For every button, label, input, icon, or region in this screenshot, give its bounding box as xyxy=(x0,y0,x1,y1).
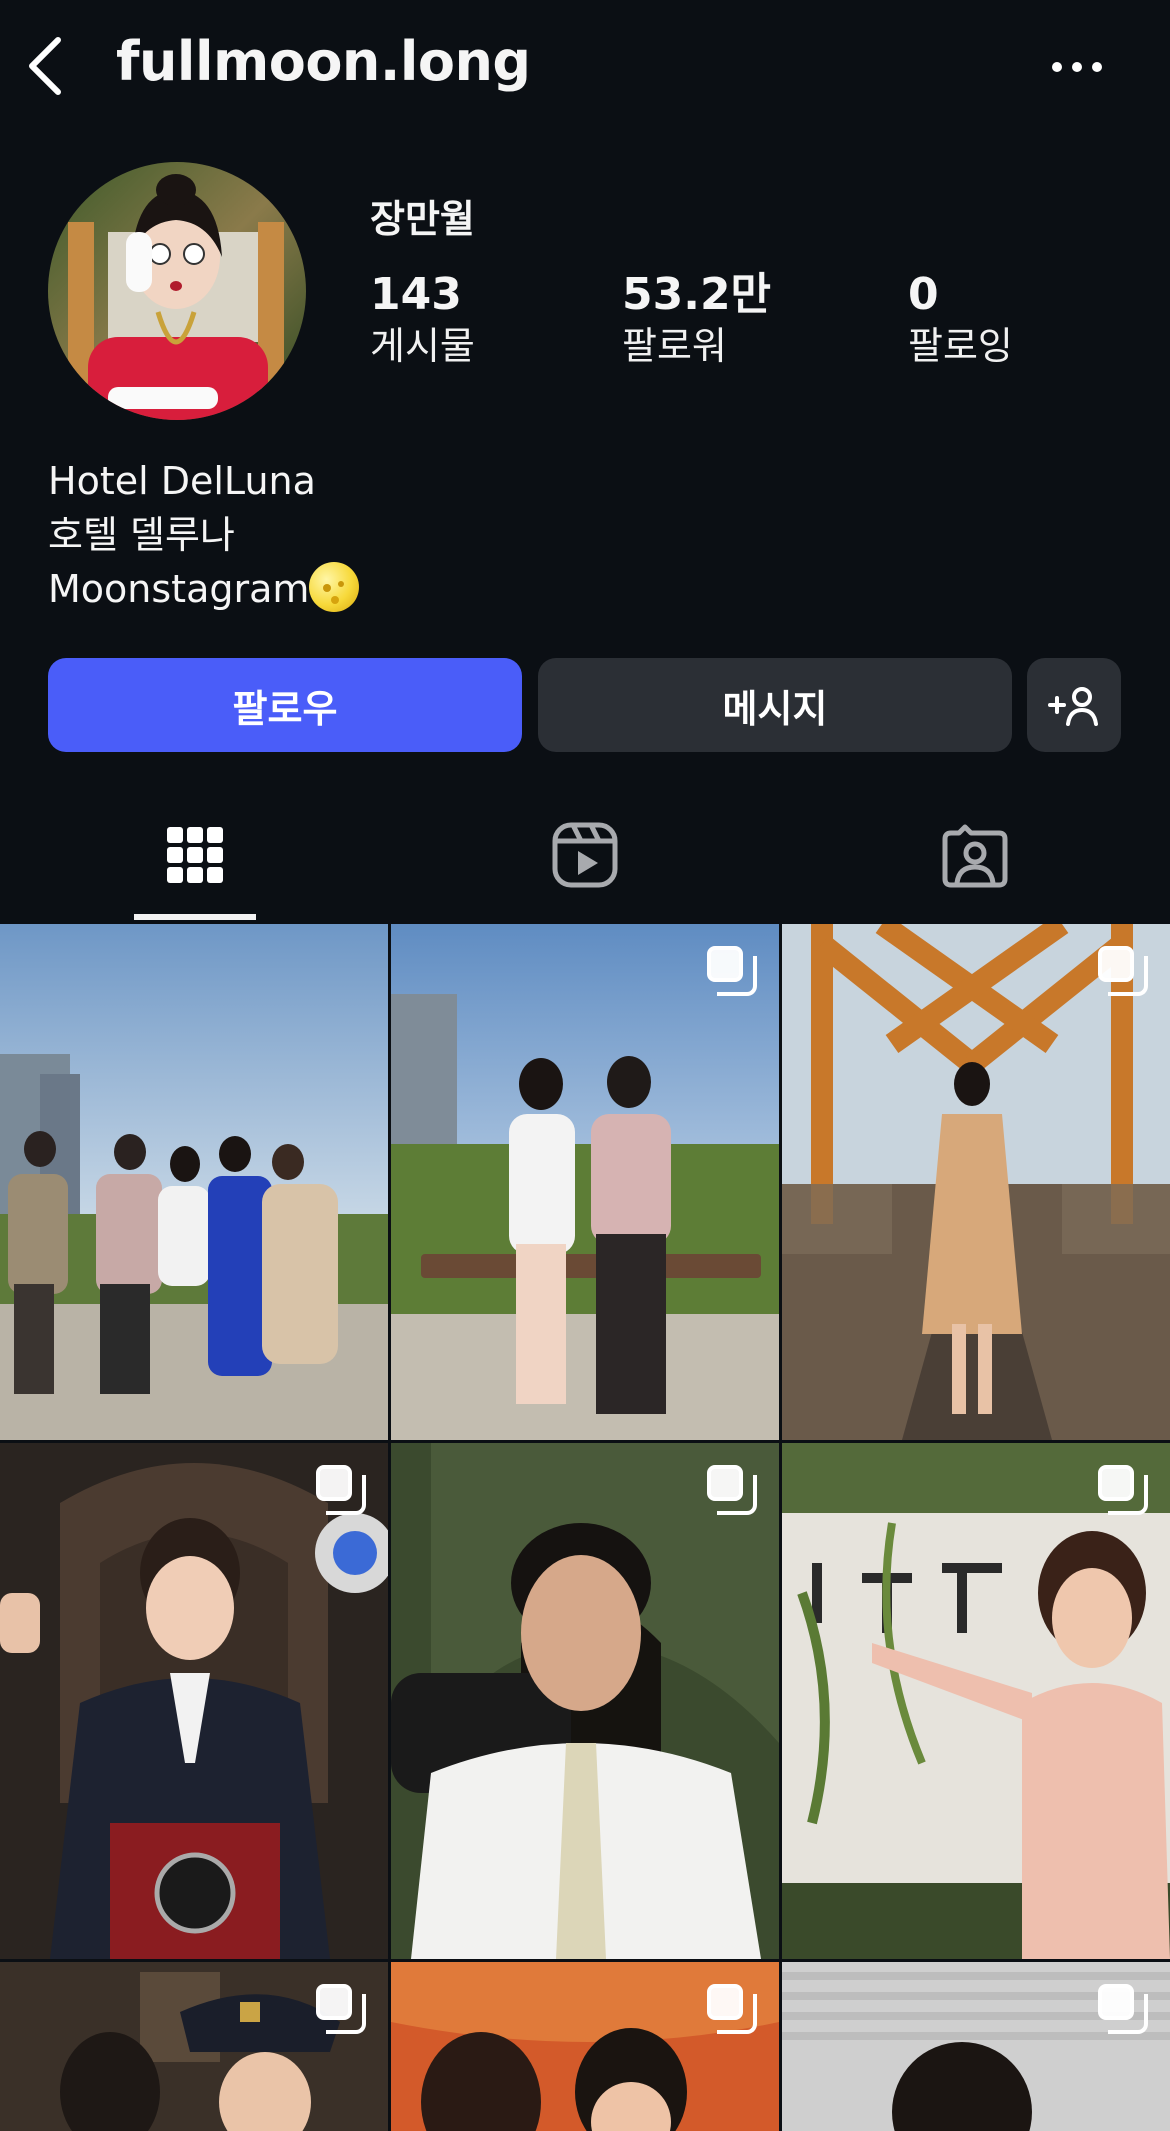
message-button[interactable]: 메시지 xyxy=(538,658,1012,752)
post-thumbnail[interactable] xyxy=(0,1962,388,2131)
followers-label: 팔로워 xyxy=(622,324,727,368)
selected-tab-indicator xyxy=(134,914,256,920)
tab-tagged[interactable] xyxy=(780,790,1170,920)
tab-posts-grid[interactable] xyxy=(0,790,390,920)
post-thumbnail[interactable] xyxy=(391,1962,779,2131)
grid-icon xyxy=(167,827,223,883)
post-thumbnail[interactable] xyxy=(391,1443,779,1959)
following-stat[interactable]: 0 팔로잉 xyxy=(908,268,1013,370)
add-person-icon xyxy=(1048,687,1098,726)
bio-line-2: 호텔 델루나 xyxy=(48,513,235,557)
post-thumbnail[interactable] xyxy=(782,1962,1170,2131)
bio-line-3-text: Moonstagram xyxy=(48,567,310,611)
back-button[interactable] xyxy=(22,34,70,98)
multiple-photos-icon xyxy=(707,946,757,996)
followers-count: 53.2만 xyxy=(622,269,772,320)
multiple-photos-icon xyxy=(1098,1465,1148,1515)
multiple-photos-icon xyxy=(1098,946,1148,996)
multiple-photos-icon xyxy=(707,1465,757,1515)
posts-count: 143 xyxy=(370,269,462,320)
profile-bio: Hotel DelLuna 호텔 델루나 Moonstagram xyxy=(48,454,360,616)
multiple-photos-icon xyxy=(707,1984,757,2034)
posts-grid xyxy=(0,924,1170,2131)
post-thumbnail[interactable] xyxy=(782,1443,1170,1959)
tab-reels[interactable] xyxy=(390,790,780,920)
bio-line-1: Hotel DelLuna xyxy=(48,459,316,503)
posts-count-stat[interactable]: 143 게시물 xyxy=(370,268,475,370)
full-moon-emoji-icon xyxy=(309,562,360,612)
profile-avatar[interactable] xyxy=(48,162,306,420)
profile-username: fullmoon.long xyxy=(116,30,531,93)
follow-button[interactable]: 팔로우 xyxy=(48,658,522,752)
multiple-photos-icon xyxy=(1098,1984,1148,2034)
post-thumbnail[interactable] xyxy=(0,924,388,1440)
post-thumbnail[interactable] xyxy=(0,1443,388,1959)
more-horizontal-icon xyxy=(1052,62,1102,72)
suggested-accounts-button[interactable] xyxy=(1027,658,1121,752)
tagged-icon xyxy=(942,824,1008,888)
bio-line-3: Moonstagram xyxy=(48,562,360,616)
post-thumbnail[interactable] xyxy=(391,924,779,1440)
profile-display-name: 장만월 xyxy=(370,197,475,241)
chevron-left-icon xyxy=(29,37,61,95)
profile-tabs xyxy=(0,790,1170,920)
multiple-photos-icon xyxy=(316,1465,366,1515)
more-options-button[interactable] xyxy=(1042,52,1112,82)
followers-stat[interactable]: 53.2만 팔로워 xyxy=(622,268,771,370)
posts-label: 게시물 xyxy=(370,324,475,368)
following-count: 0 xyxy=(908,269,939,320)
multiple-photos-icon xyxy=(316,1984,366,2034)
top-bar: fullmoon.long xyxy=(0,0,1170,130)
following-label: 팔로잉 xyxy=(908,324,1013,368)
post-thumbnail[interactable] xyxy=(782,924,1170,1440)
reels-icon xyxy=(552,822,618,888)
